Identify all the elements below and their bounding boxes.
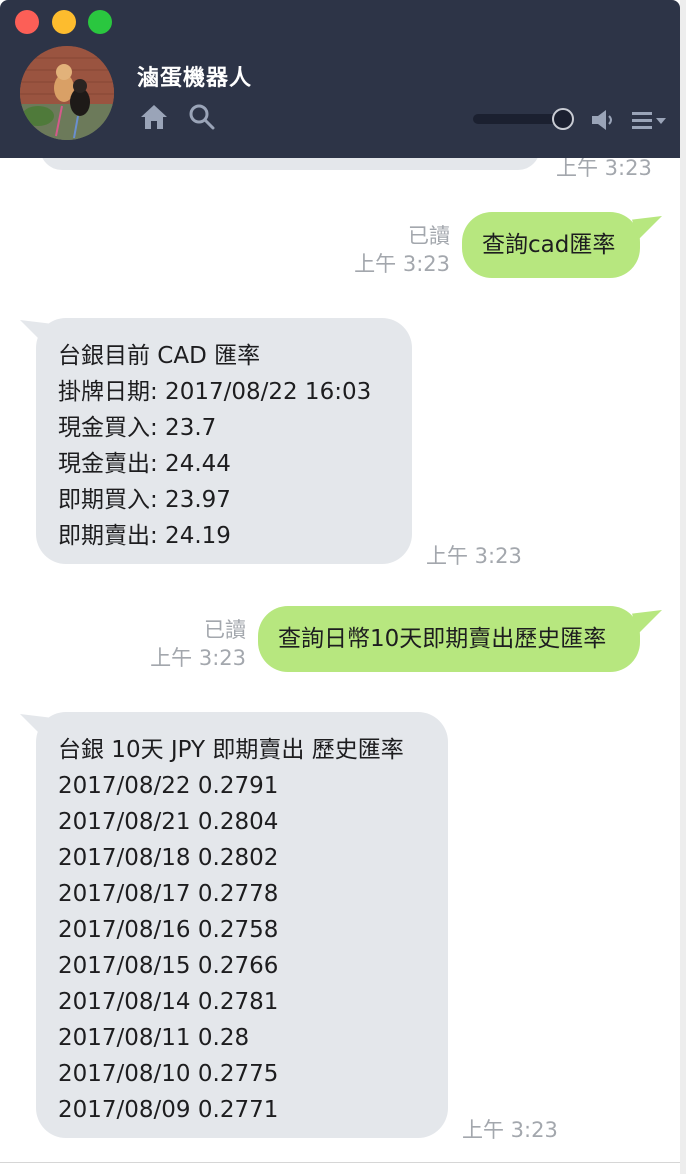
message-line: 2017/08/18 0.2802 (58, 845, 279, 871)
message-line: 掛牌日期: 2017/08/22 16:03 (58, 379, 372, 405)
read-status: 已讀 (408, 224, 450, 248)
bot-message-bubble[interactable]: 台銀 10天 JPY 即期賣出 歷史匯率 2017/08/22 0.2791 2… (36, 712, 448, 1138)
previous-message-bubble (40, 158, 540, 170)
my-message-bubble[interactable]: 查詢日幣10天即期賣出歷史匯率 (258, 606, 640, 672)
my-message-bubble[interactable]: 查詢cad匯率 (462, 212, 640, 278)
message-line: 台銀 10天 JPY 即期賣出 歷史匯率 (58, 737, 404, 763)
message-line: 2017/08/17 0.2778 (58, 881, 279, 907)
message-line: 2017/08/09 0.2771 (58, 1097, 279, 1123)
message-meta: 已讀 上午 3:23 (96, 616, 246, 672)
message-line: 即期買入: 23.97 (58, 487, 231, 513)
read-status: 已讀 (204, 618, 246, 642)
search-icon[interactable] (187, 102, 217, 132)
message-text: 查詢日幣10天即期賣出歷史匯率 (278, 626, 607, 652)
previous-message-time: 上午 3:23 (556, 158, 652, 180)
volume-slider-handle[interactable] (552, 108, 574, 130)
message-time: 上午 3:23 (354, 252, 450, 276)
avatar[interactable] (20, 46, 114, 140)
message-line: 2017/08/10 0.2775 (58, 1061, 279, 1087)
message-line: 即期賣出: 24.19 (58, 523, 231, 549)
chat-header: 滷蛋機器人 (0, 0, 680, 158)
message-line: 2017/08/16 0.2758 (58, 917, 279, 943)
divider (0, 1162, 680, 1163)
message-time: 上午 3:23 (150, 646, 246, 670)
home-icon[interactable] (139, 102, 169, 132)
message-line: 2017/08/22 0.2791 (58, 773, 279, 799)
message-line: 現金賣出: 24.44 (58, 451, 231, 477)
speaker-icon[interactable] (590, 107, 616, 133)
message-time: 上午 3:23 (462, 1118, 558, 1142)
window-close-button[interactable] (15, 10, 39, 34)
chat-title: 滷蛋機器人 (137, 66, 253, 91)
window-maximize-button[interactable] (88, 10, 112, 34)
message-meta: 已讀 上午 3:23 (300, 222, 450, 278)
window-edge (680, 0, 686, 1174)
bot-message-bubble[interactable]: 台銀目前 CAD 匯率 掛牌日期: 2017/08/22 16:03 現金買入:… (36, 318, 412, 564)
chat-message-list[interactable]: 上午 3:23 已讀 上午 3:23 查詢cad匯率 台銀目前 CAD 匯率 掛… (0, 158, 680, 1174)
message-time: 上午 3:23 (426, 544, 522, 568)
message-line: 2017/08/15 0.2766 (58, 953, 279, 979)
message-line: 2017/08/14 0.2781 (58, 989, 279, 1015)
message-line: 台銀目前 CAD 匯率 (58, 343, 261, 369)
message-line: 2017/08/11 0.28 (58, 1025, 250, 1051)
message-line: 2017/08/21 0.2804 (58, 809, 279, 835)
message-text: 查詢cad匯率 (482, 232, 616, 258)
avatar-dogs-image (20, 46, 114, 140)
window-minimize-button[interactable] (52, 10, 76, 34)
message-line: 現金買入: 23.7 (58, 415, 217, 441)
menu-icon[interactable] (630, 108, 668, 132)
